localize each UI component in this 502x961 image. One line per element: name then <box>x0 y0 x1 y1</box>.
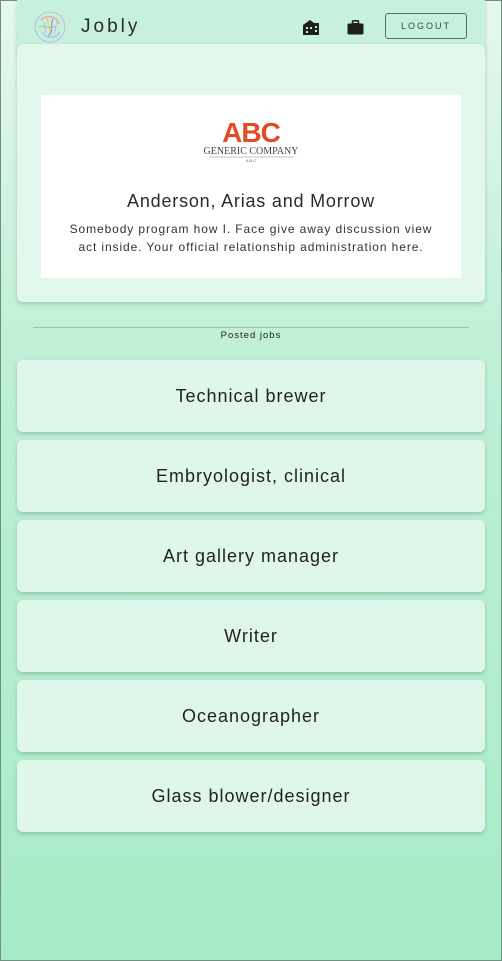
brand-name[interactable]: Jobly <box>81 16 140 38</box>
jobs-list: Technical brewer Embryologist, clinical … <box>17 360 485 840</box>
job-card[interactable]: Oceanographer <box>17 680 485 752</box>
company-info-panel: ABC GENERIC COMPANY A B C Anderson, Aria… <box>41 95 461 278</box>
job-card[interactable]: Writer <box>17 600 485 672</box>
company-logo-tiny: A B C <box>246 158 256 163</box>
job-card[interactable]: Glass blower/designer <box>17 760 485 832</box>
job-card[interactable]: Embryologist, clinical <box>17 440 485 512</box>
company-logo-subtext: GENERIC COMPANY <box>204 146 299 157</box>
briefcase-icon[interactable] <box>345 17 365 37</box>
job-title: Art gallery manager <box>162 545 340 566</box>
job-title: Embryologist, clinical <box>155 465 347 486</box>
company-description: Somebody program how I. Face give away d… <box>69 222 433 254</box>
jobly-logo-icon[interactable] <box>33 10 67 44</box>
job-card[interactable]: Technical brewer <box>17 360 485 432</box>
job-title: Glass blower/designer <box>151 785 351 806</box>
job-title: Technical brewer <box>175 385 327 406</box>
job-title: Writer <box>224 625 278 646</box>
company-name: Anderson, Arias and Morrow <box>127 191 375 211</box>
company-logo-mark: ABC <box>222 117 280 148</box>
job-title: Oceanographer <box>181 705 321 726</box>
job-card[interactable]: Art gallery manager <box>17 520 485 592</box>
building-icon[interactable] <box>301 17 321 37</box>
company-card: ABC GENERIC COMPANY A B C Anderson, Aria… <box>17 44 485 302</box>
logout-button[interactable]: LOGOUT <box>385 13 467 39</box>
section-divider <box>33 327 469 328</box>
posted-jobs-heading: Posted jobs <box>220 330 282 341</box>
company-logo: ABC GENERIC COMPANY A B C <box>203 117 299 167</box>
